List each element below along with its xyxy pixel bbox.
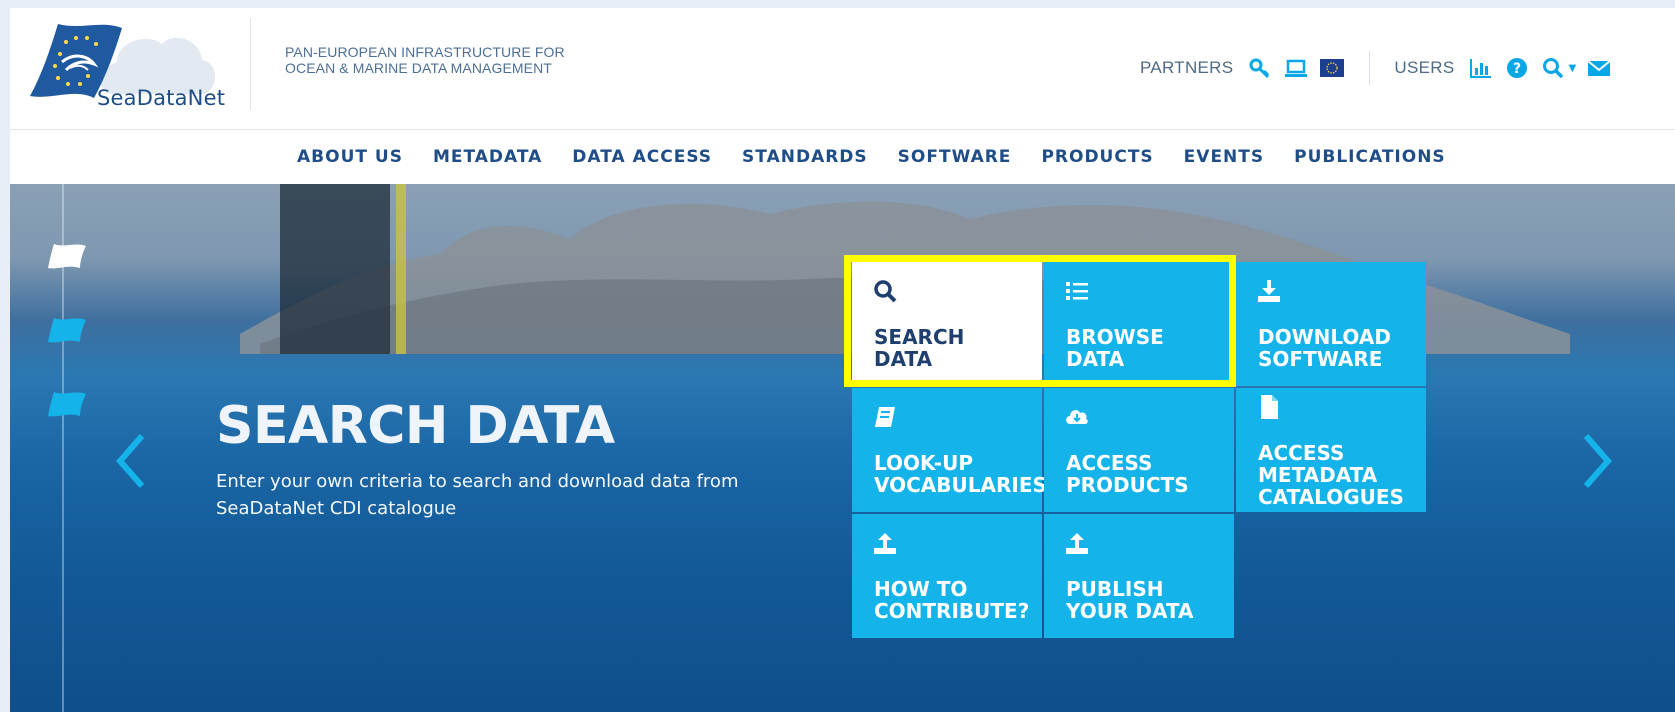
utility-bar: PARTNERS USERS ? ▼: [1140, 48, 1622, 88]
nav-item-standards[interactable]: STANDARDS: [742, 147, 868, 167]
flag-marker-icon[interactable]: [46, 390, 88, 418]
hero-title: SEARCH DATA: [216, 396, 615, 456]
flag-marker-icon[interactable]: [46, 242, 88, 270]
tile-label: HOW TO CONTRIBUTE?: [874, 578, 1030, 622]
svg-text:?: ?: [1513, 61, 1521, 77]
tile-label: ACCESS METADATA CATALOGUES: [1258, 442, 1404, 508]
tile-access-products[interactable]: ACCESS PRODUCTS: [1044, 388, 1234, 512]
tile-label: PUBLISH YOUR DATA: [1066, 578, 1194, 622]
eu-flag-icon[interactable]: [1319, 55, 1345, 81]
tile-access-metadata-catalogues[interactable]: ACCESS METADATA CATALOGUES: [1236, 388, 1426, 512]
nav-item-products[interactable]: PRODUCTS: [1041, 147, 1153, 167]
tile-download-software[interactable]: DOWNLOAD SOFTWARE: [1236, 262, 1426, 386]
nav-item-about-us[interactable]: ABOUT US: [297, 147, 403, 167]
tile-label: DOWNLOAD SOFTWARE: [1258, 326, 1391, 370]
flag-marker-icon[interactable]: [46, 316, 88, 344]
nav-item-software[interactable]: SOFTWARE: [898, 147, 1012, 167]
site-header: SeaDataNet PAN-EUROPEAN INFRASTRUCTURE F…: [10, 8, 1675, 130]
nav-item-metadata[interactable]: METADATA: [433, 147, 542, 167]
envelope-icon[interactable]: [1586, 55, 1612, 81]
chevron-right-icon[interactable]: [1580, 432, 1614, 490]
partners-label: PARTNERS: [1140, 58, 1234, 77]
tile-label: SEARCH DATA: [874, 326, 965, 370]
tile-publish-your-data[interactable]: PUBLISH YOUR DATA: [1044, 514, 1234, 638]
tagline-line-2: OCEAN & MARINE DATA MANAGEMENT: [285, 60, 552, 76]
nav-item-publications[interactable]: PUBLICATIONS: [1294, 147, 1446, 167]
seadatanet-logo[interactable]: SeaDataNet: [22, 14, 226, 114]
upload-icon: [1066, 533, 1088, 554]
main-nav: ABOUT US METADATA DATA ACCESS STANDARDS …: [10, 130, 1675, 184]
brand-tagline: PAN-EUROPEAN INFRASTRUCTURE FOR OCEAN & …: [285, 44, 565, 76]
book-icon: [875, 407, 895, 427]
nav-item-data-access[interactable]: DATA ACCESS: [572, 147, 712, 167]
brand-name: SeaDataNet: [97, 86, 226, 110]
tile-label: ACCESS PRODUCTS: [1066, 452, 1189, 496]
search-icon: [874, 280, 897, 303]
tile-search-data[interactable]: SEARCH DATA: [852, 262, 1042, 386]
tile-how-to-contribute[interactable]: HOW TO CONTRIBUTE?: [852, 514, 1042, 638]
tile-browse-data[interactable]: BROWSE DATA: [1044, 262, 1234, 386]
upload-icon: [874, 533, 896, 554]
page-frame: SeaDataNet PAN-EUROPEAN INFRASTRUCTURE F…: [10, 8, 1675, 712]
tile-look-up-vocabularies[interactable]: LOOK-UP VOCABULARIES: [852, 388, 1044, 512]
list-icon: [1066, 282, 1088, 300]
question-circle-icon[interactable]: ?: [1504, 55, 1530, 81]
laptop-icon[interactable]: [1283, 55, 1309, 81]
tile-label: BROWSE DATA: [1066, 326, 1164, 370]
nav-item-events[interactable]: EVENTS: [1184, 147, 1264, 167]
users-label: USERS: [1394, 58, 1455, 77]
tagline-line-1: PAN-EUROPEAN INFRASTRUCTURE FOR: [285, 44, 565, 60]
chevron-left-icon[interactable]: [114, 432, 148, 490]
key-icon[interactable]: [1247, 55, 1273, 81]
hero-carousel: SEARCH DATA Enter your own criteria to s…: [10, 184, 1675, 712]
utility-separator: [1369, 51, 1371, 85]
bar-chart-icon[interactable]: [1468, 55, 1494, 81]
cloud-download-icon: [1066, 410, 1088, 424]
download-icon: [1258, 280, 1280, 302]
search-icon[interactable]: [1540, 55, 1566, 81]
tile-label: LOOK-UP VOCABULARIES: [874, 452, 1044, 496]
chevron-down-icon[interactable]: ▼: [1568, 63, 1576, 74]
hero-description: Enter your own criteria to search and do…: [216, 471, 739, 519]
file-icon: [1261, 395, 1278, 419]
header-divider: [250, 18, 251, 110]
